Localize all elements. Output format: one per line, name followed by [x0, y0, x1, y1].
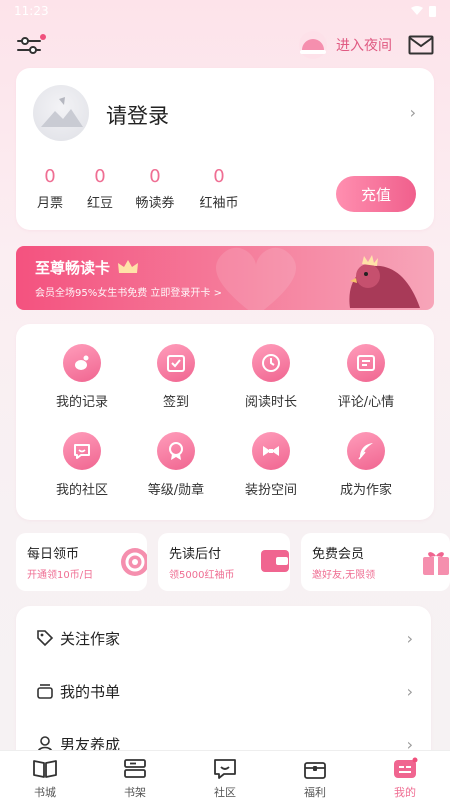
- vip-card-subtitle: 会员全场95%女生书免费 立即登录开卡 >: [35, 288, 222, 299]
- stat-value: 0: [44, 166, 56, 187]
- feature-comments[interactable]: 评论/心情: [316, 344, 416, 410]
- community-chat-icon: [214, 759, 236, 779]
- stat-label: 畅读券: [135, 196, 175, 211]
- feather-icon: [347, 432, 385, 470]
- feature-label: 我的社区: [55, 483, 108, 498]
- comment-book-icon: [347, 344, 385, 382]
- status-time: 11:23: [14, 4, 49, 18]
- heart-pattern-icon: [216, 247, 296, 310]
- tab-welfare[interactable]: 福利: [270, 751, 360, 800]
- coin-wheel-icon: [121, 548, 147, 576]
- feature-my-records[interactable]: 我的记录: [32, 344, 132, 410]
- feature-label: 评论/心情: [337, 395, 395, 410]
- bottom-tab-bar: 书城 书架 社区 福利 我的: [0, 750, 450, 800]
- stat-value: 0: [213, 166, 225, 187]
- top-bar: 进入夜间: [0, 22, 450, 68]
- feature-label: 签到: [162, 395, 189, 410]
- chat-icon: [63, 432, 101, 470]
- stat-value: 0: [94, 166, 106, 187]
- tab-bookshelf[interactable]: 书架: [90, 751, 180, 800]
- wallet-icon: [261, 550, 289, 572]
- status-bar: 11:23: [0, 0, 450, 22]
- feature-label: 成为作家: [339, 483, 392, 498]
- night-mode-label: 进入夜间: [336, 38, 392, 54]
- feature-level-medals[interactable]: 等级/勋章: [126, 432, 226, 498]
- feature-dress-up[interactable]: 装扮空间: [221, 432, 321, 498]
- crown-icon: [118, 260, 139, 273]
- stat-red-bean[interactable]: 0 红豆: [84, 166, 116, 211]
- perks-row: 每日领币 开通领10币/日 先读后付 领5000红袖币 免费会员 邀好友,无限领: [16, 533, 450, 591]
- gift-icon: [423, 552, 449, 575]
- profile-card: 请登录 › 0 月票 0 红豆 0 畅读券 0 红袖币 充值: [16, 68, 434, 230]
- stat-hongxiu-coin[interactable]: 0 红袖币: [194, 166, 244, 211]
- tab-label: 书城: [34, 786, 56, 799]
- menu-my-booklists[interactable]: 我的书单 ›: [16, 667, 431, 715]
- battery-icon: [429, 6, 436, 17]
- chevron-right-icon[interactable]: ›: [410, 103, 416, 122]
- feature-reading-time[interactable]: 阅读时长: [221, 344, 321, 410]
- stat-value: 0: [149, 166, 161, 187]
- mail-icon[interactable]: [408, 35, 434, 55]
- perk-subtitle: 领5000红袖币: [169, 570, 235, 581]
- perk-daily-coins[interactable]: 每日领币 开通领10币/日: [16, 533, 147, 591]
- menu-label: 关注作家: [60, 629, 121, 648]
- profile-card-icon: [394, 757, 418, 778]
- clock-icon: [252, 344, 290, 382]
- menu-follow-authors[interactable]: 关注作家 ›: [16, 614, 431, 662]
- treasure-icon: [304, 762, 326, 779]
- tab-bookstore[interactable]: 书城: [0, 751, 90, 800]
- tab-mine[interactable]: 我的: [360, 751, 450, 800]
- perk-title: 免费会员: [312, 547, 365, 562]
- tab-community[interactable]: 社区: [180, 751, 270, 800]
- vip-card-banner[interactable]: 至尊畅读卡 会员全场95%女生书免费 立即登录开卡 >: [16, 246, 434, 310]
- stat-label: 月票: [36, 196, 63, 211]
- open-book-icon: [33, 760, 57, 778]
- feature-label: 阅读时长: [244, 395, 297, 410]
- vip-card-title-text: 至尊畅读卡: [35, 259, 111, 277]
- stat-label: 红豆: [86, 196, 113, 211]
- stat-label: 红袖币: [199, 196, 239, 211]
- stat-monthly-ticket[interactable]: 0 月票: [16, 166, 84, 211]
- perk-free-membership[interactable]: 免费会员 邀好友,无限领: [301, 533, 450, 591]
- sunset-icon: [296, 30, 330, 60]
- footprint-icon: [63, 344, 101, 382]
- bookshelf-icon: [124, 759, 146, 778]
- bird-mascot-icon: [349, 255, 420, 308]
- status-icons: [411, 5, 436, 17]
- wifi-icon: [411, 6, 423, 15]
- perk-subtitle: 邀好友,无限领: [312, 570, 376, 581]
- tab-label: 福利: [304, 786, 326, 799]
- feature-grid: 我的记录 签到 阅读时长 评论/心情 我的社区 等级/勋章 装扮空间 成为作家: [16, 324, 434, 520]
- vip-card-title: 至尊畅读卡: [35, 257, 139, 278]
- stat-reading-voucher[interactable]: 0 畅读券: [116, 166, 194, 211]
- booklist-icon: [37, 684, 53, 699]
- feature-become-writer[interactable]: 成为作家: [316, 432, 416, 498]
- account-stats: 0 月票 0 红豆 0 畅读券 0 红袖币: [16, 166, 244, 211]
- perk-title: 先读后付: [169, 547, 222, 562]
- tab-label: 我的: [394, 786, 416, 799]
- feature-my-community[interactable]: 我的社区: [32, 432, 132, 498]
- feature-label: 装扮空间: [244, 483, 297, 498]
- night-mode-button[interactable]: 进入夜间: [296, 30, 392, 60]
- bowtie-icon: [252, 432, 290, 470]
- recharge-button[interactable]: 充值: [336, 176, 416, 212]
- login-prompt[interactable]: 请登录: [106, 100, 169, 130]
- feature-label: 我的记录: [55, 395, 108, 410]
- tag-icon: [37, 630, 54, 647]
- perk-read-first-pay-later[interactable]: 先读后付 领5000红袖币: [158, 533, 290, 591]
- perk-title: 每日领币: [27, 547, 80, 562]
- medal-icon: [157, 432, 195, 470]
- feature-checkin[interactable]: 签到: [126, 344, 226, 410]
- chevron-right-icon: ›: [406, 629, 413, 648]
- checkin-icon: [157, 344, 195, 382]
- perk-subtitle: 开通领10币/日: [27, 570, 94, 581]
- tab-label: 书架: [124, 786, 146, 799]
- feature-label: 等级/勋章: [147, 483, 205, 498]
- settings-sliders-icon[interactable]: [16, 33, 46, 57]
- tab-label: 社区: [214, 786, 236, 799]
- menu-list: 关注作家 › 我的书单 › 男友养成 ›: [16, 606, 431, 766]
- menu-label: 我的书单: [60, 682, 121, 701]
- chevron-right-icon: ›: [406, 682, 413, 701]
- avatar[interactable]: [33, 85, 89, 141]
